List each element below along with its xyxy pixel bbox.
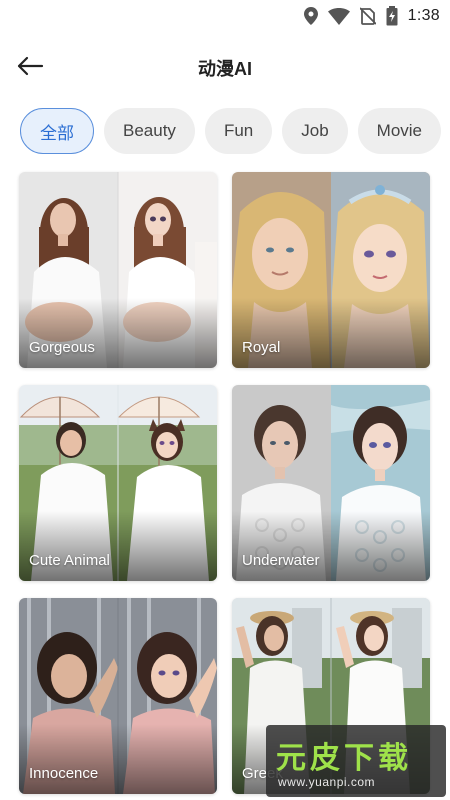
watermark-url: www.yuanpi.com bbox=[278, 775, 376, 789]
status-time: 1:38 bbox=[407, 7, 440, 24]
chip-all[interactable]: 全部 bbox=[20, 108, 94, 154]
chip-beauty[interactable]: Beauty bbox=[104, 108, 195, 154]
style-label: Royal bbox=[242, 339, 281, 356]
style-card-cute-animal[interactable]: Cute Animal bbox=[19, 385, 217, 581]
chip-job[interactable]: Job bbox=[282, 108, 348, 154]
chip-fun[interactable]: Fun bbox=[204, 108, 273, 154]
style-card-royal[interactable]: Royal bbox=[232, 172, 430, 368]
status-icons: 1:38 bbox=[303, 6, 440, 26]
no-sim-icon bbox=[359, 7, 376, 25]
app-bar: 动漫AI bbox=[0, 44, 450, 88]
style-label: Cute Animal bbox=[29, 552, 110, 569]
chip-movie[interactable]: Movie bbox=[357, 108, 442, 154]
status-bar: 1:38 bbox=[0, 0, 450, 32]
watermark-logo: 元皮下载 www.yuanpi.com bbox=[266, 725, 446, 797]
style-label: Innocence bbox=[29, 765, 99, 782]
location-icon bbox=[303, 7, 318, 25]
style-label: Underwater bbox=[242, 552, 320, 569]
style-card-underwater[interactable]: Underwater bbox=[232, 385, 430, 581]
category-chips: 全部 Beauty Fun Job Movie bbox=[20, 108, 450, 154]
page-title: 动漫AI bbox=[198, 59, 252, 79]
style-card-innocence[interactable]: Innocence bbox=[19, 598, 217, 794]
watermark-text: 元皮下载 bbox=[276, 741, 412, 776]
style-card-gorgeous[interactable]: Gorgeous bbox=[19, 172, 217, 368]
wifi-icon bbox=[327, 7, 350, 25]
style-label: Gorgeous bbox=[29, 339, 95, 356]
battery-charging-icon bbox=[386, 6, 398, 26]
